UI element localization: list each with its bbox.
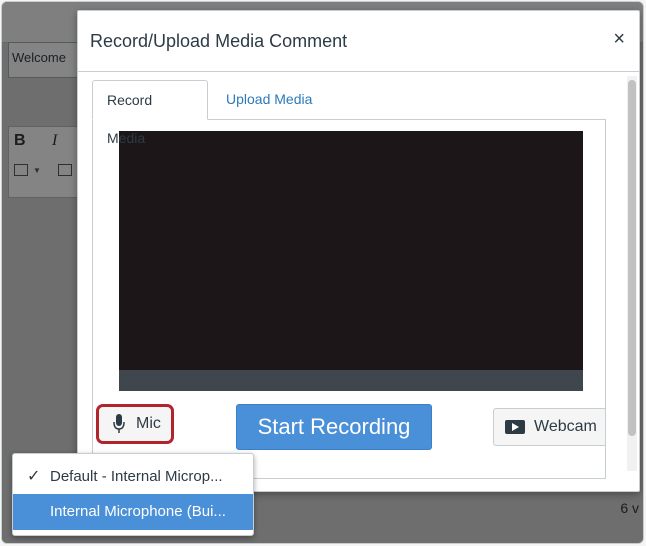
background-welcome-text: Welcome [12, 50, 66, 65]
record-media-panel: Mic Start Recording Webcam [92, 119, 606, 479]
menu-item-label: Default - Internal Microp... [50, 468, 223, 485]
screenshot-frame: Welcome B I ▼ 6 v Record/Upload Media Co… [1, 1, 644, 544]
bold-icon: B [14, 132, 26, 149]
dialog-header: Record/Upload Media Comment × [78, 11, 639, 72]
webcam-label: Webcam [534, 418, 597, 435]
background-word-count: 6 v [620, 500, 639, 516]
start-recording-button[interactable]: Start Recording [236, 404, 432, 450]
checkmark-icon: ✓ [27, 468, 41, 485]
mic-source-menu: ✓ Default - Internal Microp... Internal … [12, 453, 254, 536]
webcam-button[interactable]: Webcam [493, 408, 605, 446]
close-icon[interactable]: × [613, 29, 625, 49]
tab-upload-media[interactable]: Upload Media [212, 80, 326, 120]
video-control-bar [119, 370, 583, 391]
italic-icon: I [52, 132, 58, 149]
dialog-body: Record Media Upload Media Mic Start Reco… [78, 72, 639, 491]
scrollbar[interactable] [627, 76, 637, 471]
table-icon [14, 164, 28, 176]
dialog-title: Record/Upload Media Comment [90, 31, 348, 51]
tab-record-media[interactable]: Record Media [92, 80, 208, 146]
menu-item-internal-microphone[interactable]: Internal Microphone (Bui... [13, 494, 253, 530]
media-icon [58, 164, 72, 176]
media-tabs: Record Media Upload Media [92, 80, 613, 146]
table-caret-icon: ▼ [33, 166, 41, 175]
scrollbar-thumb[interactable] [628, 80, 636, 436]
video-play-icon [505, 420, 525, 434]
video-preview [119, 131, 583, 391]
microphone-icon [113, 414, 125, 433]
mic-label: Mic [136, 415, 161, 432]
mic-button[interactable]: Mic [96, 404, 174, 444]
media-comment-dialog: Record/Upload Media Comment × Record Med… [77, 10, 640, 492]
menu-item-default-microphone[interactable]: ✓ Default - Internal Microp... [13, 459, 253, 495]
menu-item-label: Internal Microphone (Bui... [50, 503, 226, 520]
